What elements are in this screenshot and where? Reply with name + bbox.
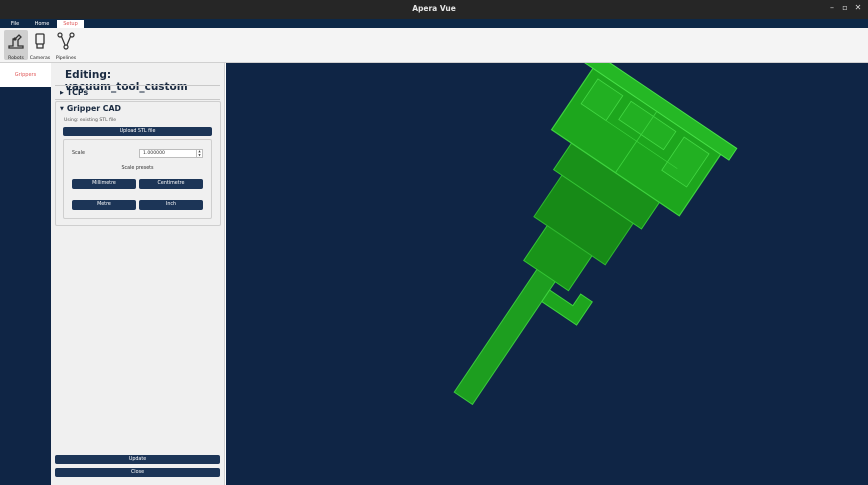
panel-title: Editing: vacuum_tool_custom [65, 69, 188, 93]
close-window-button[interactable]: ✕ [852, 3, 864, 12]
preset-inch-button[interactable]: Inch [139, 200, 203, 210]
spinbox-arrows-icon[interactable]: ▲ ▼ [196, 149, 202, 157]
scale-label: Scale [72, 151, 85, 156]
cameras-button[interactable]: Cameras [28, 30, 52, 61]
pipeline-icon [57, 32, 75, 50]
nav-item-grippers[interactable]: Grippers [0, 63, 51, 87]
minimize-button[interactable]: – [826, 3, 838, 12]
scale-presets-label: Scale presets [121, 166, 154, 171]
tab-setup[interactable]: Setup [57, 20, 84, 28]
scale-spinbox[interactable]: 1.000000 ▲ ▼ [139, 149, 203, 158]
expand-arrow-icon: ▶ [60, 90, 64, 96]
menu-tab-bar: File Home Setup [0, 19, 868, 28]
upload-stl-button[interactable]: Upload STL file [63, 127, 212, 136]
pipelines-label: Pipelines [55, 56, 77, 61]
tab-file[interactable]: File [4, 20, 26, 28]
preset-metre-button[interactable]: Metre [72, 200, 136, 210]
update-button[interactable]: Update [55, 455, 220, 464]
divider [55, 99, 220, 100]
title-bar: Apera Vue – ▫ ✕ [0, 0, 868, 19]
robots-label: Robots [8, 56, 24, 61]
maximize-button[interactable]: ▫ [839, 3, 851, 12]
robots-button[interactable]: Robots [4, 30, 28, 61]
left-navigation: Grippers [0, 63, 51, 485]
tcps-section-toggle[interactable]: ▶ TCPs [60, 88, 88, 97]
tab-home[interactable]: Home [30, 20, 54, 28]
window-title: Apera Vue [412, 4, 456, 13]
cameras-label: Cameras [29, 56, 51, 61]
collapse-arrow-icon: ▼ [60, 106, 64, 112]
gripper-cad-label: Gripper CAD [66, 104, 122, 113]
gripper-model-geometry [453, 63, 738, 406]
gripper-cad-section-toggle[interactable]: ▼ Gripper CAD [60, 104, 121, 113]
divider [55, 85, 220, 86]
pipelines-button[interactable]: Pipelines [54, 30, 78, 61]
3d-viewport[interactable] [226, 63, 868, 485]
scale-value: 1.000000 [143, 151, 165, 156]
preset-centimetre-button[interactable]: Centimetre [139, 179, 203, 189]
camera-icon [35, 33, 45, 49]
close-button[interactable]: Close [55, 468, 220, 477]
tcps-label: TCPs [66, 88, 89, 97]
preset-millimetre-button[interactable]: Millimetre [72, 179, 136, 189]
robot-icon [8, 34, 24, 49]
gripper-model [453, 63, 738, 406]
toolbar-ribbon: Robots Cameras Pipelines [0, 28, 868, 63]
cad-status-text: Using: existing STL file [64, 118, 117, 123]
